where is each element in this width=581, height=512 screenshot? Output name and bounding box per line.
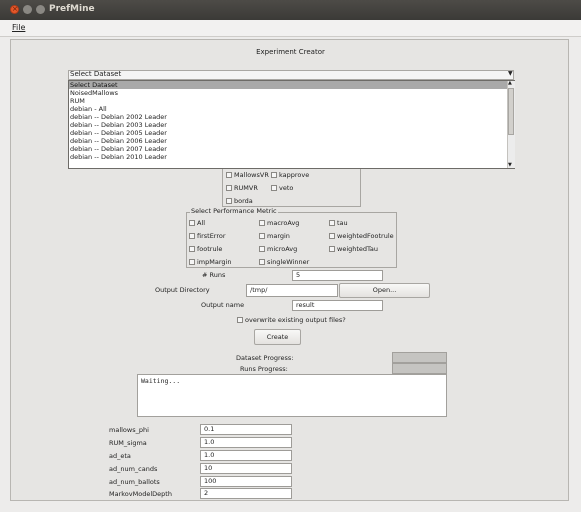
checkbox-mallowsvr[interactable] bbox=[226, 172, 232, 178]
dataset-option[interactable]: debian - All bbox=[69, 105, 509, 113]
dataset-progress-bar bbox=[392, 352, 447, 363]
label-tau: tau bbox=[337, 219, 348, 227]
runs-progress-bar bbox=[392, 363, 447, 374]
close-window-button[interactable]: × bbox=[10, 5, 19, 14]
label-footrule: footrule bbox=[197, 245, 223, 253]
checkbox-rumvr[interactable] bbox=[226, 185, 232, 191]
param-field[interactable]: 2 bbox=[200, 488, 292, 499]
param-label: MarkovModelDepth bbox=[109, 490, 172, 498]
label-weightedfootrule: weightedFootrule bbox=[337, 232, 394, 240]
create-button[interactable]: Create bbox=[254, 329, 301, 345]
checkbox-microavg[interactable] bbox=[259, 246, 265, 252]
chevron-down-icon: ▼ bbox=[508, 70, 513, 77]
checkbox-weightedtau[interactable] bbox=[329, 246, 335, 252]
scroll-up-icon[interactable]: ▲ bbox=[508, 80, 512, 86]
output-name-label: Output name bbox=[201, 301, 245, 309]
param-label: ad_num_cands bbox=[109, 465, 158, 473]
minimize-window-button[interactable] bbox=[23, 5, 32, 14]
label-impmargin: impMargin bbox=[197, 258, 232, 266]
window-title: PrefMine bbox=[49, 4, 95, 14]
param-field[interactable]: 1.0 bbox=[200, 450, 292, 461]
dataset-select-value: Select Dataset bbox=[70, 70, 122, 78]
dataset-option[interactable]: debian -- Debian 2002 Leader bbox=[69, 113, 509, 121]
checkbox-footrule[interactable] bbox=[189, 246, 195, 252]
output-directory-label: Output Directory bbox=[155, 286, 210, 294]
checkbox-firsterror[interactable] bbox=[189, 233, 195, 239]
runs-progress-label: Runs Progress: bbox=[240, 365, 288, 373]
overwrite-label: overwrite existing output files? bbox=[245, 316, 346, 324]
dataset-option[interactable]: debian -- Debian 2007 Leader bbox=[69, 145, 509, 153]
metric-group-title: Select Performance Metric bbox=[190, 207, 278, 215]
dataset-progress-label: Dataset Progress: bbox=[236, 354, 294, 362]
label-firsterror: firstError bbox=[197, 232, 226, 240]
param-field[interactable]: 100 bbox=[200, 476, 292, 487]
param-label: ad_num_ballots bbox=[109, 478, 160, 486]
runs-field[interactable]: 5 bbox=[292, 270, 383, 281]
dataset-select[interactable] bbox=[68, 70, 514, 80]
dataset-option[interactable]: RUM bbox=[69, 97, 509, 105]
label-rumvr: RUMVR bbox=[234, 184, 258, 192]
runs-label: # Runs bbox=[202, 271, 226, 279]
label-kapprove: kapprove bbox=[279, 171, 310, 179]
checkbox-borda[interactable] bbox=[226, 198, 232, 204]
label-macroavg: macroAvg bbox=[267, 219, 300, 227]
dataset-option[interactable]: debian -- Debian 2005 Leader bbox=[69, 129, 509, 137]
dropdown-scrollbar-thumb[interactable] bbox=[508, 88, 514, 135]
dataset-option[interactable]: debian -- Debian 2006 Leader bbox=[69, 137, 509, 145]
param-field[interactable]: 1.0 bbox=[200, 437, 292, 448]
open-directory-button[interactable]: Open... bbox=[339, 283, 430, 298]
param-label: RUM_sigma bbox=[109, 439, 147, 447]
menu-file[interactable]: File bbox=[12, 23, 25, 32]
label-weightedtau: weightedTau bbox=[337, 245, 379, 253]
label-mallowsvr: MallowsVR bbox=[234, 171, 269, 179]
checkbox-tau[interactable] bbox=[329, 220, 335, 226]
dataset-option[interactable]: debian -- Debian 2010 Leader bbox=[69, 153, 509, 161]
checkbox-impmargin[interactable] bbox=[189, 259, 195, 265]
label-borda: borda bbox=[234, 197, 253, 205]
checkbox-overwrite[interactable] bbox=[237, 317, 243, 323]
label-singlewinner: singleWinner bbox=[267, 258, 310, 266]
status-log[interactable]: Waiting... bbox=[137, 374, 447, 417]
output-name-field[interactable]: result bbox=[292, 300, 383, 311]
checkbox-kapprove[interactable] bbox=[271, 172, 277, 178]
checkbox-veto[interactable] bbox=[271, 185, 277, 191]
label-all: All bbox=[197, 219, 206, 227]
menu-bar bbox=[0, 20, 581, 37]
scroll-down-icon[interactable]: ▼ bbox=[508, 162, 512, 168]
label-microavg: microAvg bbox=[267, 245, 298, 253]
dataset-option[interactable]: NoisedMallows bbox=[69, 89, 509, 97]
dataset-option[interactable]: debian -- Debian 2003 Leader bbox=[69, 121, 509, 129]
output-directory-field[interactable]: /tmp/ bbox=[246, 284, 338, 297]
dataset-option[interactable]: Select Dataset bbox=[69, 81, 509, 89]
close-icon: × bbox=[12, 5, 18, 13]
checkbox-weightedfootrule[interactable] bbox=[329, 233, 335, 239]
checkbox-margin[interactable] bbox=[259, 233, 265, 239]
param-label: mallows_phi bbox=[109, 426, 149, 434]
checkbox-macroavg[interactable] bbox=[259, 220, 265, 226]
param-field[interactable]: 0.1 bbox=[200, 424, 292, 435]
maximize-window-button[interactable] bbox=[36, 5, 45, 14]
param-field[interactable]: 10 bbox=[200, 463, 292, 474]
label-margin: margin bbox=[267, 232, 290, 240]
checkbox-singlewinner[interactable] bbox=[259, 259, 265, 265]
checkbox-all[interactable] bbox=[189, 220, 195, 226]
panel-title: Experiment Creator bbox=[256, 48, 325, 56]
param-label: ad_eta bbox=[109, 452, 131, 460]
label-veto: veto bbox=[279, 184, 294, 192]
